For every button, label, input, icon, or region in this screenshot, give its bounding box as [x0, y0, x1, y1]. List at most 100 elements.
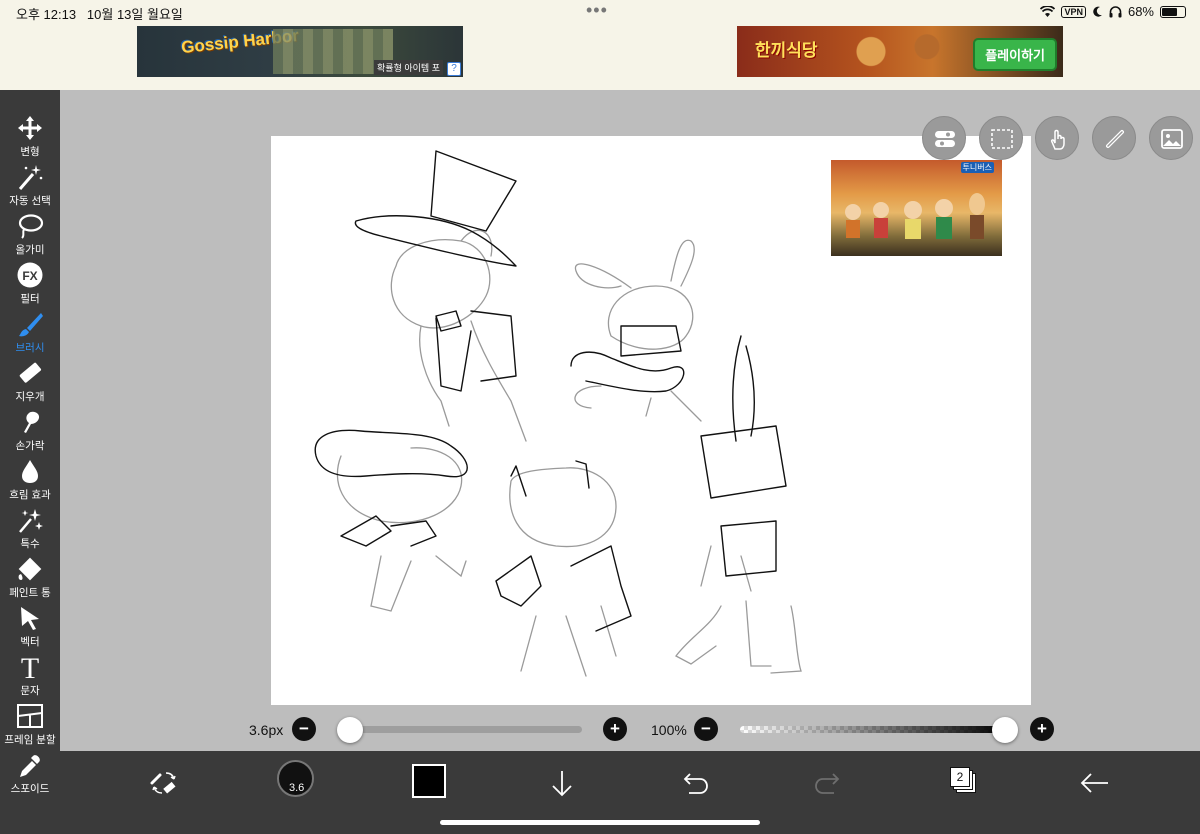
sparkle-icon [16, 506, 44, 534]
battery-icon [1160, 5, 1186, 18]
tool-label: 벡터 [20, 636, 40, 648]
brush-eraser-swap-icon [150, 772, 176, 794]
brush-icon [16, 310, 44, 338]
tool-brush[interactable]: 브러시 [0, 310, 60, 359]
tool-smudge[interactable]: 손가락 [0, 408, 60, 457]
image-button[interactable] [1149, 116, 1193, 160]
reference-image[interactable]: 투니버스 [831, 160, 1002, 256]
toggle-button[interactable] [922, 116, 966, 160]
finger-icon [16, 408, 44, 436]
touch-button[interactable] [1035, 116, 1079, 160]
tool-transform[interactable]: 변형 [0, 114, 60, 163]
brush-size-value: 3.6px [249, 722, 284, 738]
ad-banner-left[interactable]: Gossip Harbor 확률형 아이템 포 ? [137, 26, 463, 77]
frame-icon [16, 702, 44, 730]
ad-play-button[interactable]: 플레이하기 [973, 38, 1057, 71]
wifi-icon [1040, 5, 1056, 17]
left-toolbar: 변형자동 선택올가미 FX 필터브러시지우개손가락흐림 효과특수페인트 통벡터 T 문자… [0, 90, 60, 834]
magic-wand-icon [16, 163, 44, 191]
reference-image-characters [845, 193, 985, 239]
opacity-increase-button[interactable]: + [1030, 717, 1054, 741]
ad-info-icon[interactable]: ? [447, 62, 461, 76]
tool-frame[interactable]: 프레임 분할 [0, 702, 60, 751]
cursor-icon [16, 604, 44, 632]
tool-label: 자동 선택 [9, 195, 51, 207]
tool-lasso[interactable]: 올가미 [0, 212, 60, 261]
home-indicator[interactable] [440, 820, 760, 825]
paint-bucket-icon [16, 555, 44, 583]
multitasking-dots[interactable]: ••• [586, 0, 608, 21]
tool-label: 필터 [20, 293, 40, 305]
brush-settings-row: 3.6px − + 100% − + [60, 712, 1200, 748]
top-banner-area: 오후 12:13 10월 13일 월요일 ••• VPN 68% Gossip … [0, 0, 1200, 90]
back-button[interactable] [1074, 763, 1114, 803]
brush-preview-button[interactable]: 3.6 [277, 760, 314, 797]
selection-button[interactable] [979, 116, 1023, 160]
image-icon [1161, 129, 1183, 149]
eyedropper-icon [16, 751, 44, 779]
tool-eraser[interactable]: 지우개 [0, 359, 60, 408]
tool-text[interactable]: T 문자 [0, 652, 60, 702]
arrow-left-icon [1080, 773, 1108, 793]
ad-banner-right[interactable]: 한끼식당 플레이하기 [737, 26, 1063, 77]
tool-special[interactable]: 특수 [0, 506, 60, 555]
move-icon [16, 114, 44, 142]
lasso-icon [16, 212, 44, 240]
tool-label: 브러시 [15, 342, 45, 354]
brush-preview-size: 3.6 [289, 782, 305, 794]
brush-size-slider[interactable] [338, 726, 582, 733]
moon-icon [1093, 6, 1102, 17]
brush-eraser-swap-button[interactable] [144, 763, 184, 803]
redo-icon [815, 773, 840, 794]
brush-size-slider-thumb[interactable] [337, 717, 364, 743]
tool-magic-wand[interactable]: 자동 선택 [0, 163, 60, 212]
download-button[interactable] [542, 763, 582, 803]
tool-label: 프레임 분할 [4, 734, 56, 746]
tool-vector[interactable]: 벡터 [0, 604, 60, 653]
arrow-down-icon [552, 771, 572, 797]
layers-button[interactable]: 2 [950, 767, 970, 787]
tool-label: 흐림 효과 [9, 489, 51, 501]
tool-label: 스포이드 [10, 783, 50, 795]
opacity-slider-thumb[interactable] [992, 717, 1018, 743]
text-icon: T [16, 652, 44, 685]
tool-label: 페인트 통 [9, 587, 51, 599]
undo-button[interactable] [675, 763, 715, 803]
brush-size-decrease-button[interactable]: − [292, 717, 316, 741]
selection-icon [991, 129, 1013, 149]
tool-label: 지우개 [15, 391, 45, 403]
eraser-icon [16, 359, 44, 387]
vpn-badge: VPN [1061, 5, 1086, 18]
tool-label: 올가미 [15, 244, 45, 256]
bottom-toolbar: 3.6 2 [60, 751, 1200, 834]
opacity-slider[interactable] [740, 726, 1008, 733]
tool-label: 변형 [20, 146, 40, 158]
redo-button[interactable] [808, 763, 848, 803]
status-time: 오후 12:13 [16, 7, 77, 22]
headphones-icon [1109, 5, 1122, 17]
brush-size-increase-button[interactable]: + [603, 717, 627, 741]
drop-icon [16, 457, 44, 485]
tool-blur[interactable]: 흐림 효과 [0, 457, 60, 506]
status-date: 10월 13일 월요일 [86, 7, 183, 22]
tool-label: 문자 [20, 685, 40, 697]
touch-icon [1051, 129, 1065, 150]
tool-eyedropper[interactable]: 스포이드 [0, 751, 60, 800]
workspace[interactable]: 투니버스 [60, 90, 1200, 751]
opacity-decrease-button[interactable]: − [694, 717, 718, 741]
tool-label: 특수 [20, 538, 40, 550]
tool-filter[interactable]: FX 필터 [0, 261, 60, 310]
drawing-canvas[interactable]: 투니버스 [271, 136, 1031, 705]
svg-text:FX: FX [22, 269, 37, 283]
battery-percent: 68% [1127, 4, 1154, 19]
ad-right-food-art [807, 28, 967, 75]
toggle-icon [935, 131, 955, 147]
status-indicators: VPN 68% [1040, 4, 1186, 19]
color-swatch-button[interactable] [412, 764, 446, 798]
ad-left-subtext: 확률형 아이템 포 [374, 60, 443, 75]
tool-fill[interactable]: 페인트 통 [0, 555, 60, 604]
ruler-button[interactable] [1092, 116, 1136, 160]
ruler-icon [1106, 130, 1124, 148]
tool-label: 손가락 [15, 440, 45, 452]
status-time-date: 오후 12:13 10월 13일 월요일 [16, 4, 183, 23]
